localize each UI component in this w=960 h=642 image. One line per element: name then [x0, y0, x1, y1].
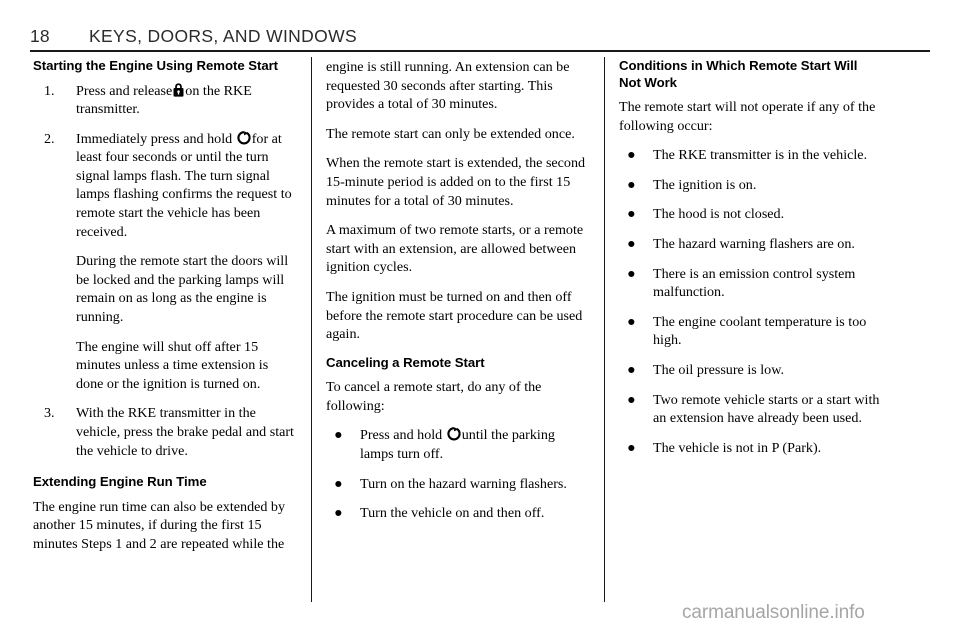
bullet-text: Turn the vehicle on and then off. — [360, 505, 545, 522]
bullet-glyph: ● — [627, 391, 636, 408]
step-number: 1. — [44, 82, 55, 99]
bullet-glyph: ● — [627, 235, 636, 252]
lock-icon — [173, 82, 184, 97]
step-extra-paragraph: During the remote start the doors will b… — [76, 253, 289, 326]
bullet-text: The vehicle is not in P (Park). — [653, 439, 822, 456]
step-text-before: With the RKE transmitter in the vehicle,… — [76, 405, 294, 459]
section-heading-extending-run-time: Extending Engine Run Time — [33, 474, 207, 490]
step-text-after: for at least four seconds or until the t… — [76, 130, 292, 240]
list-item: ● The hazard warning flashers are on. — [619, 235, 881, 254]
step-number: 2. — [44, 130, 55, 147]
text-column-3: Conditions in Which Remote Start Will No… — [619, 58, 881, 468]
section-heading-starting-engine: Starting the Engine Using Remote Start — [33, 58, 279, 73]
bullet-text: The ignition is on. — [653, 176, 757, 193]
bullet-text: Turn on the hazard warning flashers. — [360, 475, 567, 492]
conditions-bullet-list: ● The RKE transmitter is in the vehicle. … — [619, 146, 881, 457]
list-item: ● The hood is not closed. — [619, 205, 881, 224]
cancel-remote-start-bullet-list: ● Press and hold until the parking lamps … — [326, 426, 588, 522]
list-item: 2. Immediately press and hold for at leas… — [33, 130, 295, 394]
bullet-glyph: ● — [334, 505, 343, 522]
bullet-text: Two remote vehicle starts or a start wit… — [653, 391, 880, 427]
chapter-title: KEYS, DOORS, AND WINDOWS — [89, 26, 358, 46]
paragraph: The remote start can only be extended on… — [326, 125, 575, 142]
step-text-before: Immediately press and hold — [76, 130, 233, 147]
remote-start-icon — [237, 130, 251, 145]
list-item: ● There is an emission control system mal… — [619, 265, 881, 302]
bullet-glyph: ● — [627, 313, 636, 330]
step-extra-paragraph: The engine will shut off after 15 minute… — [76, 338, 269, 392]
list-item: ● The vehicle is not in P (Park). — [619, 439, 881, 458]
paragraph: The engine run time can also be extended… — [33, 498, 286, 552]
bullet-text: The hazard warning flashers are on. — [653, 235, 855, 252]
remote-start-icon — [447, 427, 461, 441]
text-column-2: engine is still running. An extension ca… — [326, 58, 588, 534]
bullet-glyph: ● — [627, 176, 636, 193]
paragraph: The ignition must be turned on and then … — [326, 288, 583, 343]
section-heading-conditions-not-work: Conditions in Which Remote Start Will No… — [619, 58, 858, 90]
paragraph: A maximum of two remote starts, or a rem… — [326, 222, 584, 276]
bullet-text-before: Press and hold — [360, 427, 443, 444]
bullet-glyph: ● — [334, 475, 343, 492]
column-divider-2 — [604, 57, 605, 602]
paragraph: When the remote start is extended, the s… — [326, 155, 586, 209]
paragraph: To cancel a remote start, do any of the … — [326, 379, 542, 414]
bullet-glyph: ● — [627, 265, 636, 282]
paragraph: The remote start will not operate if any… — [619, 99, 876, 134]
bullet-glyph: ● — [627, 206, 636, 223]
bullet-text: The hood is not closed. — [653, 206, 785, 223]
list-item: ● Turn the vehicle on and then off. — [326, 504, 588, 523]
bullet-text: There is an emission control system malf… — [653, 265, 856, 301]
step-number: 3. — [44, 405, 55, 422]
remote-start-steps-list: 1. Press and release on the RKE transmitte… — [33, 82, 295, 461]
list-item: ● The ignition is on. — [619, 176, 881, 195]
list-item: ● The oil pressure is low. — [619, 361, 881, 380]
bullet-glyph: ● — [627, 439, 636, 456]
list-item: 3. With the RKE transmitter in the vehicl… — [33, 404, 295, 460]
step-text-before: Press and release — [76, 82, 173, 99]
list-item: ● The engine coolant temperature is too h… — [619, 313, 881, 350]
section-heading-canceling-remote-start: Canceling a Remote Start — [326, 354, 485, 370]
list-item: 1. Press and release on the RKE transmitte… — [33, 82, 295, 119]
bullet-text: The RKE transmitter is in the vehicle. — [653, 147, 868, 164]
bullet-glyph: ● — [334, 427, 343, 444]
list-item: ● Turn on the hazard warning flashers. — [326, 475, 588, 494]
paragraph: engine is still running. An extension ca… — [326, 59, 570, 113]
column-divider-1 — [311, 57, 312, 602]
bullet-glyph: ● — [627, 147, 636, 164]
bullet-glyph: ● — [627, 361, 636, 378]
header-rule-divider — [30, 50, 930, 52]
bullet-text: The engine coolant temperature is too hi… — [653, 313, 867, 349]
page-header: 18 KEYS, DOORS, AND WINDOWS — [30, 26, 930, 52]
bullet-text: The oil pressure is low. — [653, 361, 784, 378]
list-item: ● The RKE transmitter is in the vehicle. — [619, 146, 881, 165]
text-column-1: Starting the Engine Using Remote Start 1… — [33, 58, 295, 564]
site-watermark: carmanualsonline.info — [682, 602, 865, 623]
list-item: ● Press and hold until the parking lamps … — [326, 426, 588, 463]
list-item: ● Two remote vehicle starts or a start wi… — [619, 391, 881, 428]
page-number: 18 — [30, 26, 50, 46]
